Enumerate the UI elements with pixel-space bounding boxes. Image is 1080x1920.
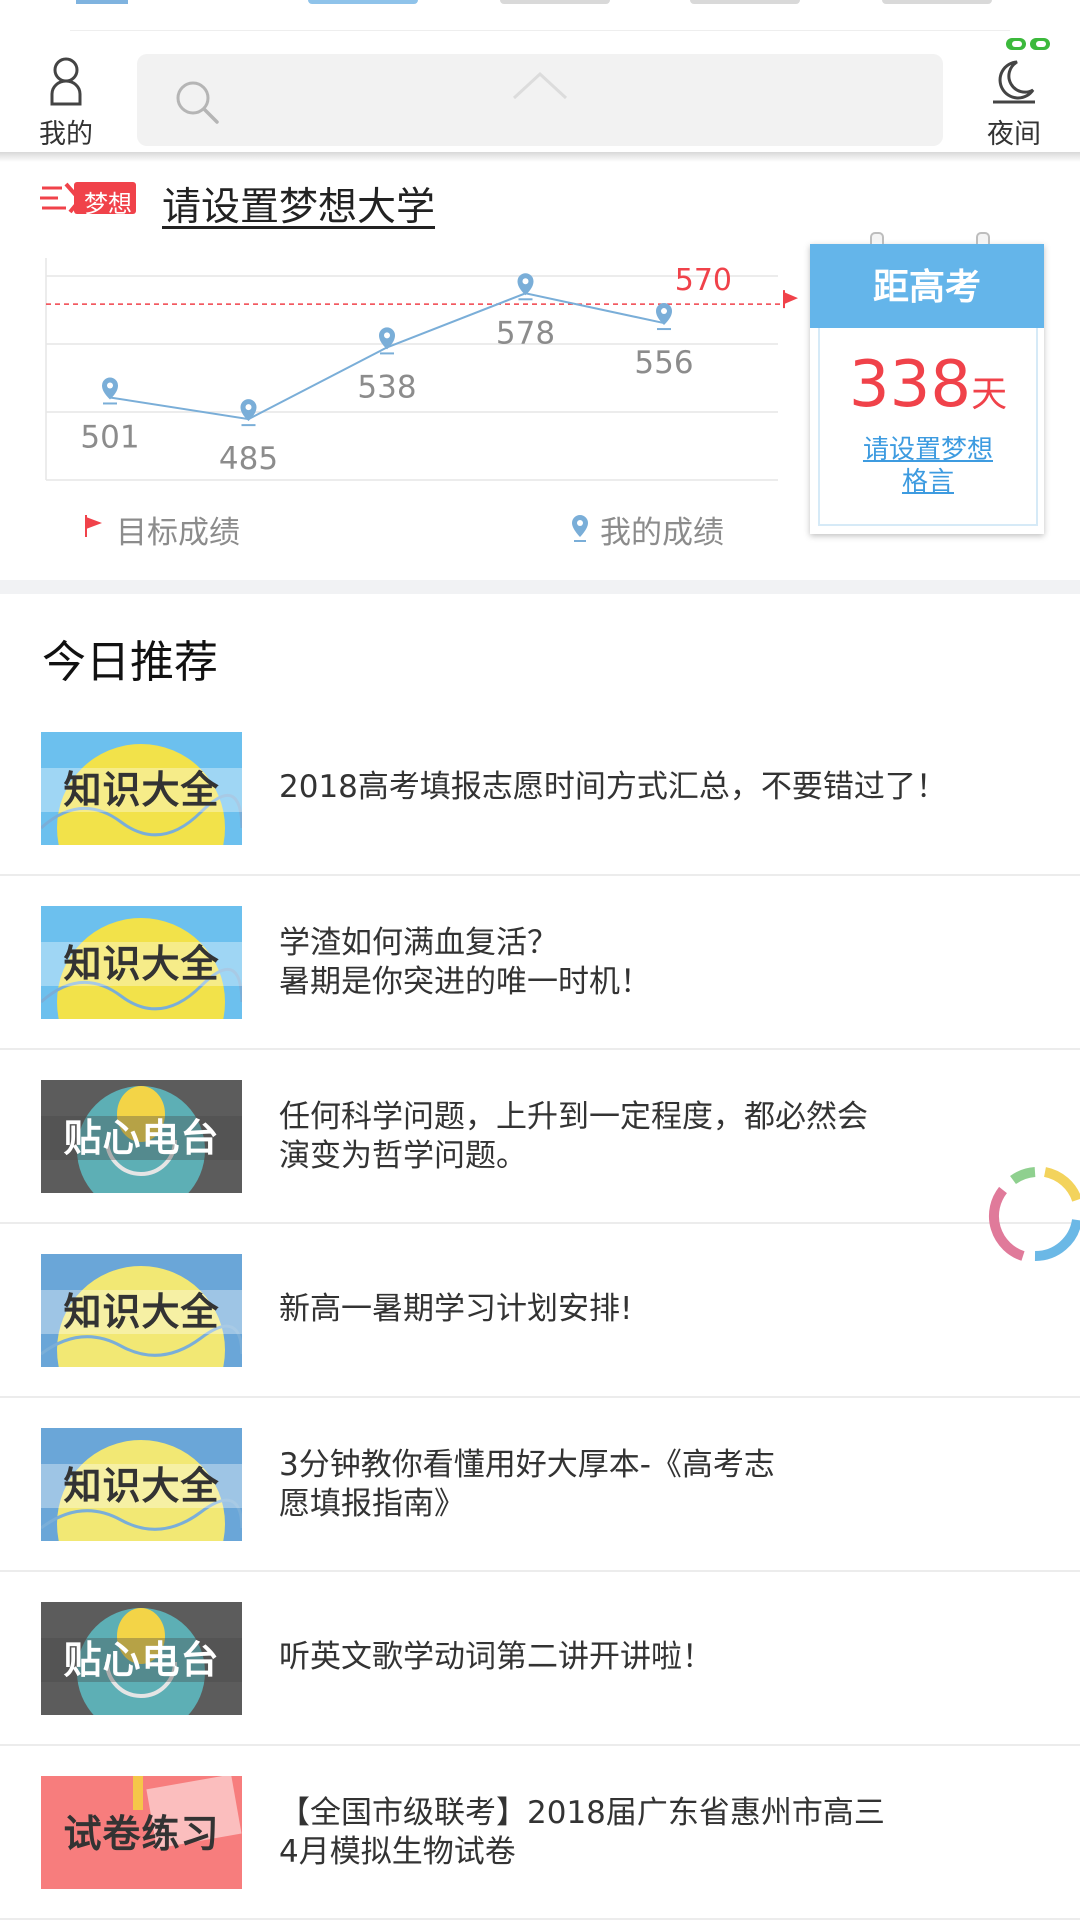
moon-icon bbox=[993, 60, 1035, 104]
score-point bbox=[656, 303, 672, 331]
strip-tab bbox=[500, 0, 610, 4]
search-icon bbox=[176, 81, 219, 124]
recommend-title-line: 暑期是你突进的唯一时机！ bbox=[279, 964, 651, 1000]
thumbnail-caption: 知识大全 bbox=[41, 1464, 242, 1508]
score-value-label: 556 bbox=[634, 345, 693, 381]
recommend-title-line: 任何科学问题，上升到一定程度，都必然会 bbox=[279, 1099, 868, 1135]
red-flag-icon bbox=[85, 515, 102, 537]
score-value-label: 538 bbox=[357, 369, 416, 405]
recommend-item[interactable]: 知识大全 学渣如何满血复活？ 暑期是你突进的唯一时机！ bbox=[0, 874, 1080, 1050]
header-shadow bbox=[0, 152, 1080, 162]
recommend-title: 新高一暑期学习计划安排! bbox=[279, 1290, 999, 1329]
dream-tag-text: 梦想 bbox=[84, 190, 132, 218]
thumbnail-caption: 知识大全 bbox=[41, 942, 242, 986]
recommend-title-line: 学渣如何满血复活？ bbox=[279, 925, 558, 961]
score-value-label: 578 bbox=[496, 315, 555, 351]
recommend-item[interactable]: 知识大全 3分钟教你看懂用好大厚本-《高考志 愿填报指南》 bbox=[0, 1396, 1080, 1572]
strip-tab bbox=[690, 0, 800, 4]
recommend-thumbnail: 知识大全 bbox=[41, 1254, 242, 1367]
recommend-item[interactable]: 知识大全 2018高考填报志愿时间方式汇总，不要错过了！ bbox=[0, 700, 1080, 876]
recommend-title: 任何科学问题，上升到一定程度，都必然会 演变为哲学问题。 bbox=[279, 1098, 999, 1176]
dream-tag: 梦想 bbox=[40, 178, 136, 218]
recommend-title: 听英文歌学动词第二讲开讲啦！ bbox=[279, 1638, 999, 1677]
countdown-body: 338天 请设置梦想 格言 bbox=[818, 328, 1038, 526]
score-value-label: 501 bbox=[80, 419, 139, 455]
score-point bbox=[240, 399, 257, 427]
recommend-thumbnail: 知识大全 bbox=[41, 1428, 242, 1541]
top-strip bbox=[0, 0, 1080, 34]
recommend-title: 学渣如何满血复活？ 暑期是你突进的唯一时机！ bbox=[279, 924, 999, 1002]
search-bar[interactable] bbox=[137, 54, 943, 146]
chevron-up-icon[interactable] bbox=[510, 70, 570, 100]
recommend-title: 2018高考填报志愿时间方式汇总，不要错过了！ bbox=[279, 768, 999, 807]
motto-line: 格言 bbox=[901, 467, 954, 497]
countdown-title: 距高考 bbox=[810, 244, 1044, 328]
thumbnail-caption: 知识大全 bbox=[41, 1290, 242, 1334]
recommend-thumbnail: 贴心电台 bbox=[41, 1602, 242, 1715]
recommend-title: 3分钟教你看懂用好大厚本-《高考志 愿填报指南》 bbox=[279, 1446, 999, 1524]
mini-logo bbox=[76, 0, 128, 4]
countdown-days-number: 338 bbox=[848, 348, 972, 422]
recommend-title: 【全国市级联考】2018届广东省惠州市高三 4月模拟生物试卷 bbox=[279, 1794, 999, 1872]
countdown-days-unit: 天 bbox=[971, 374, 1008, 415]
motto-link[interactable]: 请设置梦想 格言 bbox=[820, 434, 1036, 498]
strip-tab bbox=[308, 0, 418, 4]
recommend-item[interactable]: 贴心电台 任何科学问题，上升到一定程度，都必然会 演变为哲学问题。 bbox=[0, 1048, 1080, 1224]
score-value-label: 485 bbox=[219, 441, 278, 477]
recommend-thumbnail: 试卷练习 bbox=[41, 1776, 242, 1889]
dream-card: 梦想 请设置梦想大学 570 501 485 538 578 556 目标成绩 我的成绩 … bbox=[0, 162, 1080, 580]
top-header: 我的 夜间 bbox=[0, 34, 1080, 152]
recommend-item[interactable]: 试卷练习 【全国市级联考】2018届广东省惠州市高三 4月模拟生物试卷 bbox=[0, 1744, 1080, 1920]
motto-line: 请设置梦想 bbox=[862, 435, 993, 465]
recommend-title-line: 听英文歌学动词第二讲开讲啦！ bbox=[279, 1639, 713, 1675]
recommend-title-line: 2018高考填报志愿时间方式汇总，不要错过了！ bbox=[279, 769, 947, 805]
recommend-title-line: 愿填报指南》 bbox=[279, 1486, 465, 1522]
thumbnail-caption: 贴心电台 bbox=[41, 1116, 242, 1160]
recommend-title-line: 4月模拟生物试卷 bbox=[279, 1834, 516, 1870]
countdown-days: 338天 bbox=[820, 348, 1036, 422]
recommend-thumbnail: 知识大全 bbox=[41, 732, 242, 845]
recommend-item[interactable]: 贴心电台 听英文歌学动词第二讲开讲啦！ bbox=[0, 1570, 1080, 1746]
night-mode-button[interactable]: 夜间 bbox=[964, 48, 1064, 150]
floating-ring-icon[interactable] bbox=[985, 1160, 1080, 1270]
recommend-title-line: 演变为哲学问题。 bbox=[279, 1138, 527, 1174]
thumbnail-caption: 贴心电台 bbox=[41, 1638, 242, 1682]
strip-tab bbox=[882, 0, 992, 4]
legend-mine-label: 我的成绩 bbox=[600, 515, 724, 551]
score-point bbox=[102, 377, 118, 405]
thumbnail-caption: 试卷练习 bbox=[63, 1812, 220, 1856]
thumbnail-caption: 知识大全 bbox=[41, 768, 242, 812]
recommend-title-line: 3分钟教你看懂用好大厚本-《高考志 bbox=[279, 1447, 775, 1483]
recommend-title: 今日推荐 bbox=[42, 637, 218, 688]
user-icon bbox=[50, 57, 82, 106]
legend-target-label: 目标成绩 bbox=[116, 515, 240, 551]
profile-button[interactable]: 我的 bbox=[16, 48, 116, 150]
recommend-item[interactable]: 知识大全 新高一暑期学习计划安排! bbox=[0, 1222, 1080, 1398]
recommend-title-line: 新高一暑期学习计划安排! bbox=[279, 1291, 633, 1327]
pin-icon bbox=[572, 515, 588, 542]
night-mode-label: 夜间 bbox=[987, 119, 1041, 150]
target-flag-icon bbox=[783, 290, 798, 309]
section-separator bbox=[0, 580, 1080, 594]
recommend-thumbnail: 贴心电台 bbox=[41, 1080, 242, 1193]
dream-university-link[interactable]: 请设置梦想大学 bbox=[162, 176, 435, 232]
countdown-card: 距高考 338天 请设置梦想 格言 bbox=[810, 232, 1044, 534]
target-value-label: 570 bbox=[675, 263, 732, 298]
recommend-thumbnail: 知识大全 bbox=[41, 906, 242, 1019]
strip-divider bbox=[70, 30, 1010, 31]
recommend-title-line: 【全国市级联考】2018届广东省惠州市高三 bbox=[279, 1795, 885, 1831]
profile-label: 我的 bbox=[39, 119, 93, 150]
